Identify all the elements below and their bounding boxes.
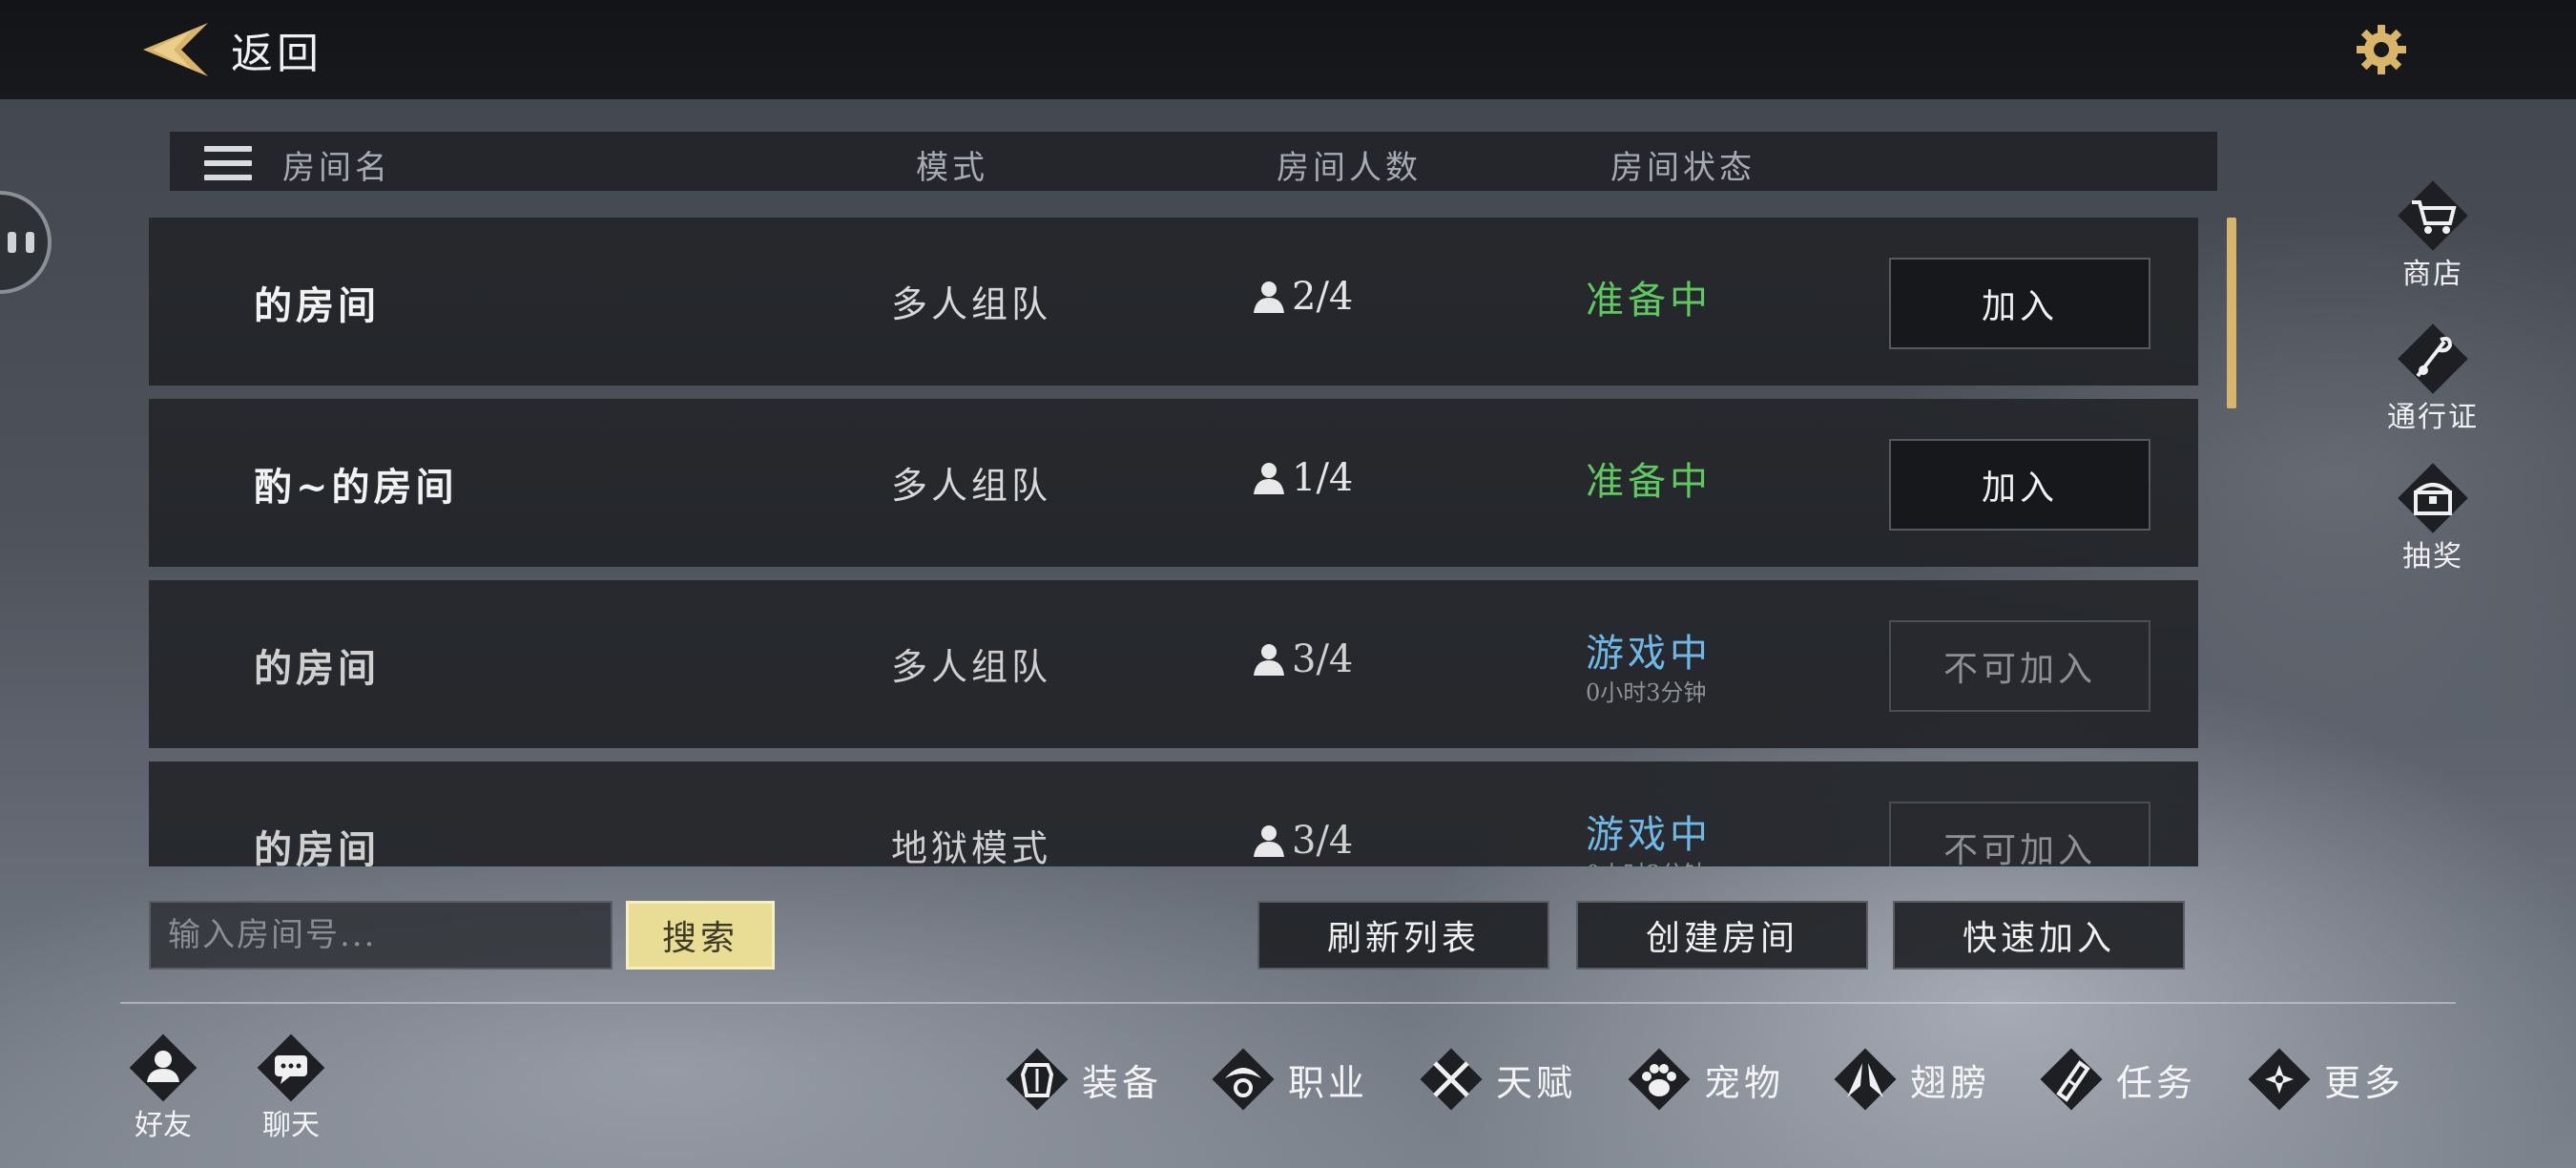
bottom-nav-talent[interactable]: 天赋: [1412, 1036, 1576, 1122]
room-name: 酌~的房间: [254, 465, 458, 510]
player-count-value: 2/4: [1292, 275, 1354, 319]
bottom-nav-label: 天赋: [1496, 1061, 1577, 1104]
person-icon: [1254, 644, 1284, 676]
room-name: 的房间: [254, 827, 380, 866]
join-button-disabled: 不可加入: [1889, 802, 2150, 866]
shopping-cart-icon: [2398, 180, 2468, 251]
player-count: 2/4: [1252, 275, 1353, 319]
room-mode: 多人组队: [891, 283, 1052, 325]
elapsed-time: 0小时3分钟: [1586, 855, 1707, 866]
column-header-player-count: 房间人数: [1277, 149, 1422, 187]
join-button[interactable]: 加入: [1889, 258, 2150, 349]
room-status: 游戏中: [1586, 632, 1712, 676]
treasure-chest-icon: [2398, 463, 2468, 533]
join-button-disabled: 不可加入: [1889, 620, 2150, 712]
bottom-nav-wings[interactable]: 翅膀: [1826, 1036, 1990, 1122]
back-button[interactable]: 返回: [124, 17, 322, 82]
friends-button[interactable]: 好友: [111, 1025, 216, 1143]
room-name: 的房间: [254, 646, 380, 691]
chevron-left-icon: [143, 23, 208, 76]
more-icon: [2248, 1048, 2311, 1111]
room-status: 准备中: [1586, 460, 1712, 504]
column-header-room-name: 房间名: [282, 149, 391, 187]
top-bar: 返回: [0, 0, 2576, 99]
person-icon: [1254, 463, 1284, 494]
friends-icon: [129, 1033, 197, 1102]
pass-icon: [2398, 323, 2468, 394]
side-panel-toggle[interactable]: [0, 191, 52, 294]
search-button[interactable]: 搜索: [626, 901, 775, 970]
room-row[interactable]: 的房间 多人组队 2/4 准备中 加入: [149, 218, 2198, 386]
paw-icon: [1628, 1048, 1691, 1111]
quick-join-button[interactable]: 快速加入: [1893, 901, 2185, 970]
room-list[interactable]: 的房间 多人组队 2/4 准备中 加入 酌~的房间 多人组队 1/4 准备中 加…: [149, 218, 2198, 866]
bottom-nav-equipment[interactable]: 装备: [998, 1036, 1162, 1122]
chat-icon: [257, 1033, 325, 1102]
chat-button[interactable]: 聊天: [239, 1025, 343, 1143]
side-nav-shop[interactable]: 商店: [2366, 172, 2500, 292]
bottom-nav-label: 宠物: [1704, 1061, 1785, 1104]
player-count-value: 3/4: [1292, 637, 1354, 681]
class-icon: [1212, 1048, 1275, 1111]
elapsed-time: 0小时3分钟: [1586, 679, 1707, 706]
refresh-list-button[interactable]: 刷新列表: [1257, 901, 1549, 970]
table-header: 房间名 模式 房间人数 房间状态: [170, 132, 2217, 191]
create-room-button[interactable]: 创建房间: [1576, 901, 1868, 970]
room-number-input[interactable]: [149, 901, 613, 970]
side-nav-pass[interactable]: 通行证: [2366, 315, 2500, 435]
bottom-nav-label: 任务: [2116, 1061, 2197, 1104]
column-header-room-status: 房间状态: [1610, 149, 1755, 187]
crossed-swords-icon: [1420, 1048, 1483, 1111]
hamburger-menu-icon[interactable]: [204, 146, 252, 180]
column-header-mode: 模式: [916, 149, 988, 187]
person-icon: [1254, 282, 1284, 313]
room-mode: 多人组队: [891, 465, 1052, 507]
side-nav-pass-label: 通行证: [2387, 401, 2479, 434]
side-nav-shop-label: 商店: [2402, 258, 2463, 291]
back-label: 返回: [231, 30, 322, 78]
person-icon: [1254, 825, 1284, 857]
player-count-value: 1/4: [1292, 456, 1354, 500]
bottom-nav-class[interactable]: 职业: [1204, 1036, 1368, 1122]
bottom-nav-more[interactable]: 更多: [2240, 1036, 2404, 1122]
bottom-nav-label: 装备: [1082, 1061, 1163, 1104]
player-count: 3/4: [1252, 637, 1353, 681]
player-count: 3/4: [1252, 819, 1353, 863]
bottom-nav-label: 更多: [2324, 1061, 2405, 1104]
side-nav-lottery[interactable]: 抽奖: [2366, 454, 2500, 574]
room-status: 游戏中: [1586, 813, 1712, 857]
room-row[interactable]: 酌~的房间 多人组队 1/4 准备中 加入: [149, 399, 2198, 567]
wings-icon: [1834, 1048, 1897, 1111]
bottom-nav-quest[interactable]: 任务: [2032, 1036, 2196, 1122]
quest-scroll-icon: [2040, 1048, 2103, 1111]
bottom-nav-pet[interactable]: 宠物: [1620, 1036, 1784, 1122]
room-name: 的房间: [254, 283, 380, 328]
room-row[interactable]: 的房间 地狱模式 3/4 游戏中 0小时3分钟 不可加入: [149, 761, 2198, 866]
player-count: 1/4: [1252, 456, 1353, 500]
room-status: 准备中: [1586, 279, 1712, 323]
join-button[interactable]: 加入: [1889, 439, 2150, 531]
side-nav-lottery-label: 抽奖: [2402, 540, 2463, 574]
room-mode: 多人组队: [891, 646, 1052, 688]
bottom-nav-label: 翅膀: [1910, 1061, 1991, 1104]
player-count-value: 3/4: [1292, 819, 1354, 863]
armor-icon: [1006, 1048, 1069, 1111]
room-mode: 地狱模式: [891, 827, 1052, 866]
bottom-nav-label: 职业: [1288, 1061, 1369, 1104]
pause-icon: [3, 232, 39, 253]
scrollbar-thumb[interactable]: [2227, 218, 2236, 408]
gear-icon[interactable]: [2353, 21, 2410, 78]
room-row[interactable]: 的房间 多人组队 3/4 游戏中 0小时3分钟 不可加入: [149, 580, 2198, 748]
divider: [120, 1002, 2456, 1004]
